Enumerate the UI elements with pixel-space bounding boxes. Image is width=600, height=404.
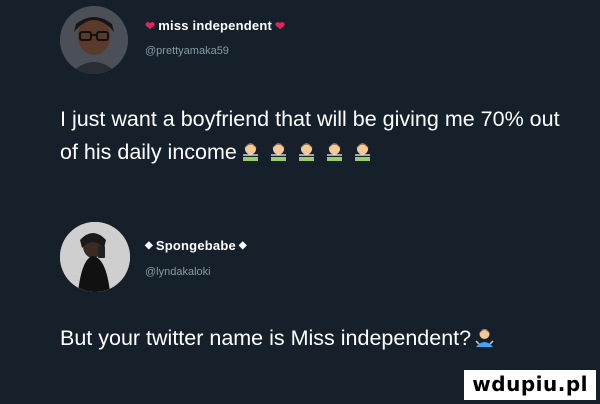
user-handle[interactable]: @lyndakaloki [145,266,211,278]
display-name[interactable]: ❤ miss independent ❤ [145,18,285,33]
emoji-group [241,139,372,161]
woman-money-icon [297,139,316,161]
user-handle[interactable]: @prettyamaka59 [145,45,229,57]
avatar[interactable] [60,6,128,74]
woman-selfie-avatar-image [60,222,130,292]
heart-icon: ❤ [275,18,286,33]
woman-money-icon [325,139,344,161]
display-name-text: miss independent [158,18,272,33]
display-name-text: Spongebabe [155,238,236,253]
tweet-text: I just want a boyfriend that will be giv… [60,103,580,169]
woman-money-icon [353,139,372,161]
emoji-group [475,325,494,347]
diamond-icon: ◆ [238,240,247,251]
tweet-text-content: But your twitter name is Miss independen… [60,326,472,350]
tweet-text: But your twitter name is Miss independen… [60,322,580,355]
woman-with-glasses-avatar-image [60,6,128,74]
heart-icon: ❤ [145,18,156,33]
woman-money-icon [269,139,288,161]
watermark-logo: wdupiu.pl [464,370,596,400]
diamond-icon: ◆ [145,240,153,251]
woman-money-icon [241,139,260,161]
avatar[interactable] [60,222,130,292]
display-name[interactable]: ◆ Spongebabe ◆ [145,238,247,253]
woman-shrug-icon [475,325,494,347]
